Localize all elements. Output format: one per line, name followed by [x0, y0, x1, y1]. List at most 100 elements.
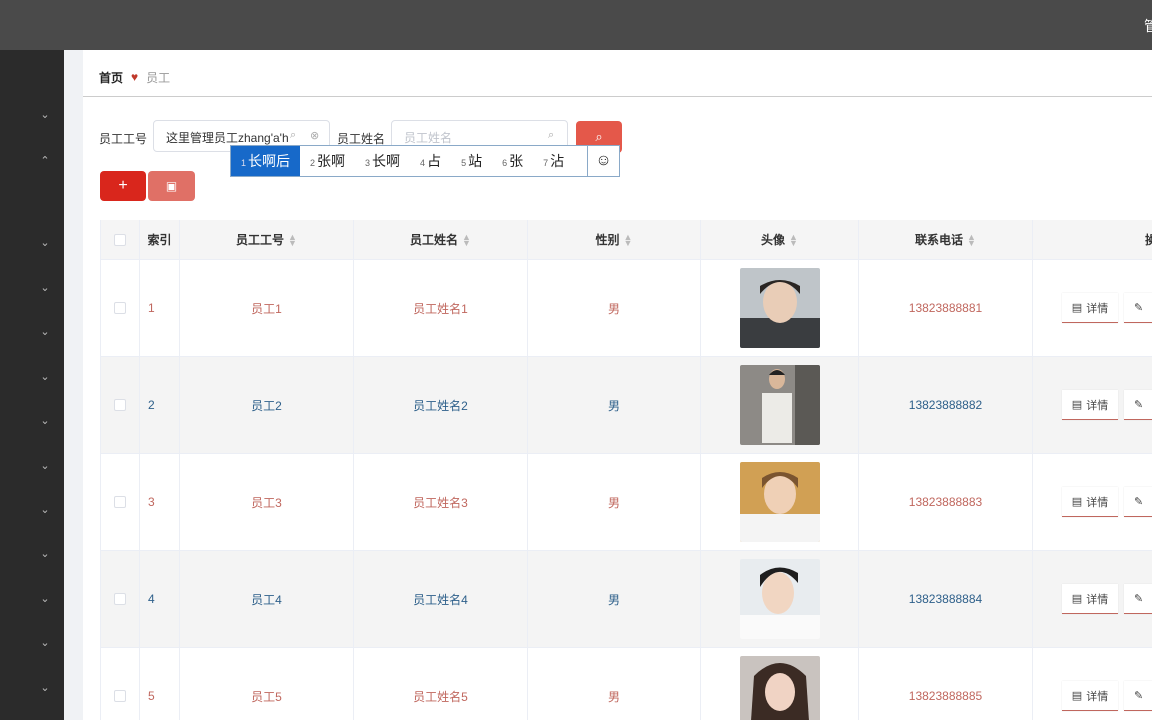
row-checkbox[interactable]	[114, 496, 126, 508]
ime-candidate[interactable]: 1 长啊后	[231, 146, 301, 176]
edit-button[interactable]: ✎	[1124, 584, 1152, 614]
cell-emp-id: 员工1	[180, 260, 354, 356]
edit-icon: ✎	[1134, 496, 1144, 508]
edit-icon: ✎	[1134, 302, 1144, 314]
chevron-down-icon[interactable]: ⌄	[38, 592, 52, 606]
sort-icon[interactable]: ▲ ▼	[288, 232, 297, 247]
table-row: 5 员工5 员工姓名5 男 13823888885 ▤ 详情 ✎	[101, 648, 1152, 720]
sort-icon[interactable]: ▲ ▼	[462, 232, 471, 247]
table-row: 3 员工3 员工姓名3 男 13823888883 ▤ 详情 ✎	[101, 454, 1152, 551]
avatar	[739, 462, 820, 542]
chevron-down-icon[interactable]: ⌄	[38, 636, 52, 650]
cell-gender: 男	[528, 648, 701, 720]
cell-index: 4	[140, 551, 180, 647]
header-index: 索引	[147, 233, 172, 247]
chevron-up-icon[interactable]: ⌃	[38, 154, 52, 168]
cell-gender: 男	[528, 551, 701, 647]
ime-candidate[interactable]: 6张	[492, 146, 533, 176]
breadcrumb-home[interactable]: 首页	[99, 69, 123, 86]
clear-icon[interactable]: ⊗	[310, 129, 319, 142]
cell-emp-name: 员工姓名3	[354, 454, 528, 550]
table-row: 4 员工4 员工姓名4 男 13823888884 ▤ 详情 ✎	[101, 551, 1152, 648]
cell-emp-name: 员工姓名4	[354, 551, 528, 647]
top-bar-user[interactable]: 管	[1144, 16, 1152, 36]
ime-candidate[interactable]: 2 张啊	[300, 146, 355, 176]
edit-button[interactable]: ✎	[1124, 487, 1152, 517]
cell-emp-name: 员工姓名5	[354, 648, 528, 720]
row-checkbox[interactable]	[114, 593, 126, 605]
chevron-down-icon[interactable]: ⌄	[38, 547, 52, 561]
detail-button[interactable]: ▤ 详情	[1062, 293, 1118, 323]
chevron-down-icon[interactable]: ⌄	[38, 459, 52, 473]
cell-phone: 13823888881	[859, 260, 1033, 356]
cell-emp-id: 员工2	[180, 357, 354, 453]
header-avatar[interactable]: 头像 ▲ ▼	[701, 220, 859, 259]
emoji-icon[interactable]: ☺	[587, 146, 619, 176]
ime-candidate[interactable]: 5站	[451, 146, 492, 176]
cell-emp-id: 员工5	[180, 648, 354, 720]
table-row: 1 员工1 员工姓名1 男 13823888881 ▤ 详情 ✎	[101, 260, 1152, 357]
row-checkbox[interactable]	[114, 302, 126, 314]
header-emp-name[interactable]: 员工姓名 ▲ ▼	[354, 220, 528, 259]
breadcrumb-current: 员工	[146, 70, 171, 85]
edit-icon: ✎	[1134, 399, 1144, 411]
table-row: 2 员工2 员工姓名2 男 13823888882 ▤ 详情 ✎	[101, 357, 1152, 454]
document-icon: ▤	[1071, 690, 1083, 702]
header-emp-id[interactable]: 员工工号 ▲ ▼	[180, 220, 354, 259]
cell-phone: 13823888883	[859, 454, 1033, 550]
detail-button[interactable]: ▤ 详情	[1062, 390, 1118, 420]
edit-button[interactable]: ✎	[1124, 293, 1152, 323]
cell-emp-id: 员工3	[180, 454, 354, 550]
sort-icon[interactable]: ▲ ▼	[624, 232, 633, 247]
ime-candidate[interactable]: 4占	[410, 146, 451, 176]
document-icon: ▤	[1071, 302, 1083, 314]
avatar	[739, 365, 820, 445]
edit-button[interactable]: ✎	[1124, 390, 1152, 420]
row-checkbox[interactable]	[114, 690, 126, 702]
sort-icon[interactable]: ▲ ▼	[789, 232, 798, 247]
search-icon: ⌕	[548, 129, 555, 141]
chevron-down-icon[interactable]: ⌄	[38, 325, 52, 339]
cell-emp-id: 员工4	[180, 551, 354, 647]
chevron-down-icon[interactable]: ⌄	[38, 503, 52, 517]
employee-table: 索引 员工工号▲▼ 员工姓名▲▼ 性别▲▼ 头像▲▼ 联系电话▲▼ 操作 1 员…	[100, 220, 1152, 720]
header-actions: 操作	[1145, 231, 1152, 248]
detail-button[interactable]: ▤ 详情	[1062, 487, 1118, 517]
top-bar: 管	[0, 0, 1152, 50]
edit-button[interactable]: ✎	[1124, 681, 1152, 711]
delete-button[interactable]: ▣	[148, 171, 195, 201]
edit-icon: ✎	[1134, 690, 1144, 702]
select-all-checkbox[interactable]	[114, 233, 126, 246]
table-header: 索引 员工工号▲▼ 员工姓名▲▼ 性别▲▼ 头像▲▼ 联系电话▲▼ 操作	[101, 220, 1152, 260]
cell-index: 3	[140, 454, 180, 550]
detail-button[interactable]: ▤ 详情	[1062, 681, 1118, 711]
cell-phone: 13823888885	[859, 648, 1033, 720]
cell-emp-name: 员工姓名2	[354, 357, 528, 453]
search-icon: ⌕	[290, 129, 297, 141]
chevron-down-icon[interactable]: ⌄	[38, 370, 52, 384]
ime-candidate[interactable]: 3 长啊	[355, 146, 410, 176]
avatar	[739, 656, 820, 720]
cell-index: 1	[140, 260, 180, 356]
chevron-down-icon[interactable]: ⌄	[38, 281, 52, 295]
chevron-down-icon[interactable]: ⌄	[38, 236, 52, 250]
header-phone[interactable]: 联系电话 ▲ ▼	[859, 220, 1033, 259]
add-button[interactable]: +	[100, 171, 146, 201]
cell-index: 5	[140, 648, 180, 720]
emp-id-value: 这里管理员工zhang'a'h	[166, 131, 289, 145]
cell-gender: 男	[528, 454, 701, 550]
ime-candidate[interactable]: 7沾	[533, 146, 574, 176]
chevron-down-icon[interactable]: ⌄	[38, 681, 52, 695]
row-checkbox[interactable]	[114, 399, 126, 411]
cell-phone: 13823888882	[859, 357, 1033, 453]
chevron-down-icon[interactable]: ⌄	[38, 414, 52, 428]
chevron-down-icon[interactable]: ⌄	[38, 108, 52, 122]
detail-button[interactable]: ▤ 详情	[1062, 584, 1118, 614]
sort-icon[interactable]: ▲ ▼	[967, 232, 976, 247]
breadcrumb: 首页 ♥ 员工	[99, 68, 170, 86]
main-area: 首页 ♥ 员工 员工工号 这里管理员工zhang'a'h ⌕ ⊗ 员工姓名 员工…	[64, 50, 1152, 720]
header-gender[interactable]: 性别 ▲ ▼	[528, 220, 701, 259]
avatar	[739, 268, 820, 348]
cell-gender: 男	[528, 357, 701, 453]
content-panel: 首页 ♥ 员工 员工工号 这里管理员工zhang'a'h ⌕ ⊗ 员工姓名 员工…	[83, 50, 1152, 720]
